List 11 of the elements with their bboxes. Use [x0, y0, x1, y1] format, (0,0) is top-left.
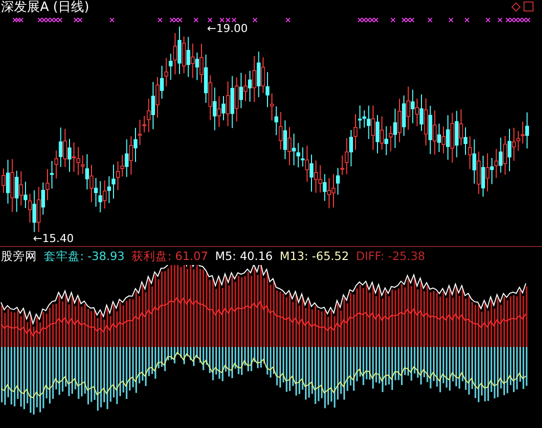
square-icon[interactable] — [524, 2, 534, 12]
legend-value: M13: -65.52 — [280, 249, 349, 263]
indicator-name: 股旁网 — [1, 248, 37, 264]
price-label: ←19.00 — [207, 22, 248, 35]
legend-value: 获利盘: 61.07 — [132, 248, 208, 264]
price-label: ←15.40 — [33, 232, 74, 245]
diamond-icon[interactable] — [511, 2, 521, 12]
legend-value: 套牢盘: -38.93 — [44, 248, 125, 264]
legend-value: DIFF: -25.38 — [356, 249, 426, 263]
chart-title: 深发展A (日线) — [1, 0, 90, 16]
legend-value: M5: 40.16 — [215, 249, 273, 263]
